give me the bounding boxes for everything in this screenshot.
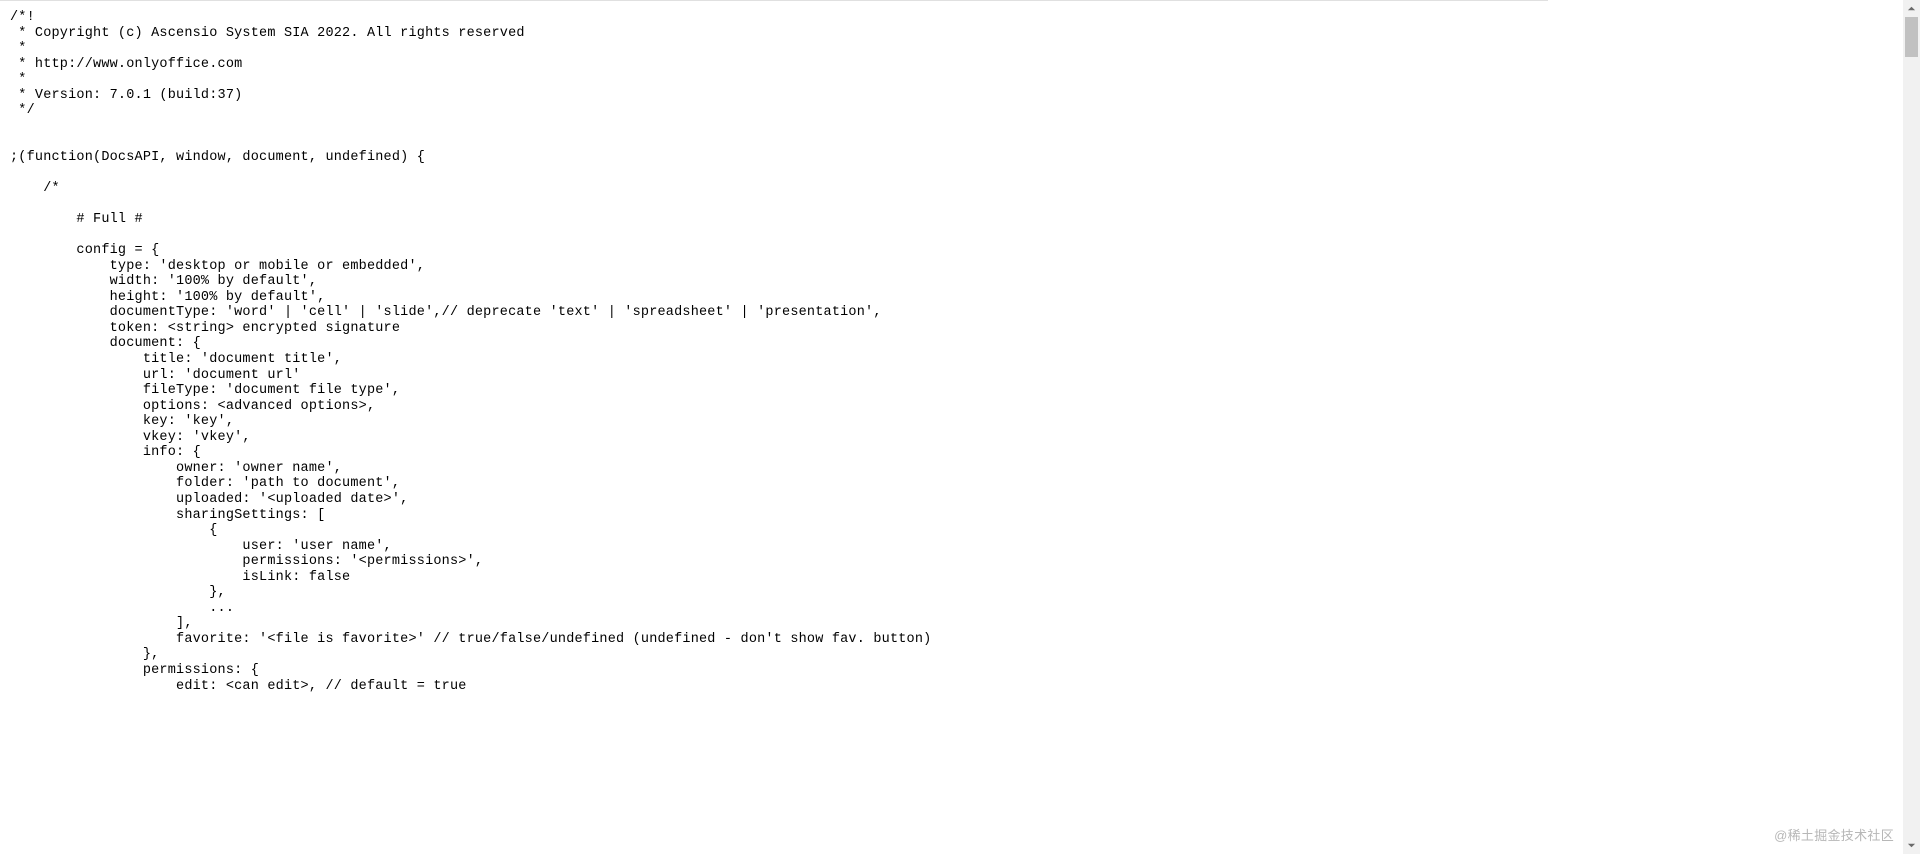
code-viewport[interactable]: /*! * Copyright (c) Ascensio System SIA … <box>0 0 1548 854</box>
chevron-up-icon <box>1907 4 1916 13</box>
vertical-scrollbar[interactable] <box>1903 0 1920 854</box>
chevron-down-icon <box>1907 841 1916 850</box>
watermark-text: @稀土掘金技术社区 <box>1774 829 1894 844</box>
scroll-up-button[interactable] <box>1903 0 1920 17</box>
source-code-block: /*! * Copyright (c) Ascensio System SIA … <box>0 1 1548 694</box>
scrollbar-thumb[interactable] <box>1905 17 1918 57</box>
scroll-down-button[interactable] <box>1903 837 1920 854</box>
